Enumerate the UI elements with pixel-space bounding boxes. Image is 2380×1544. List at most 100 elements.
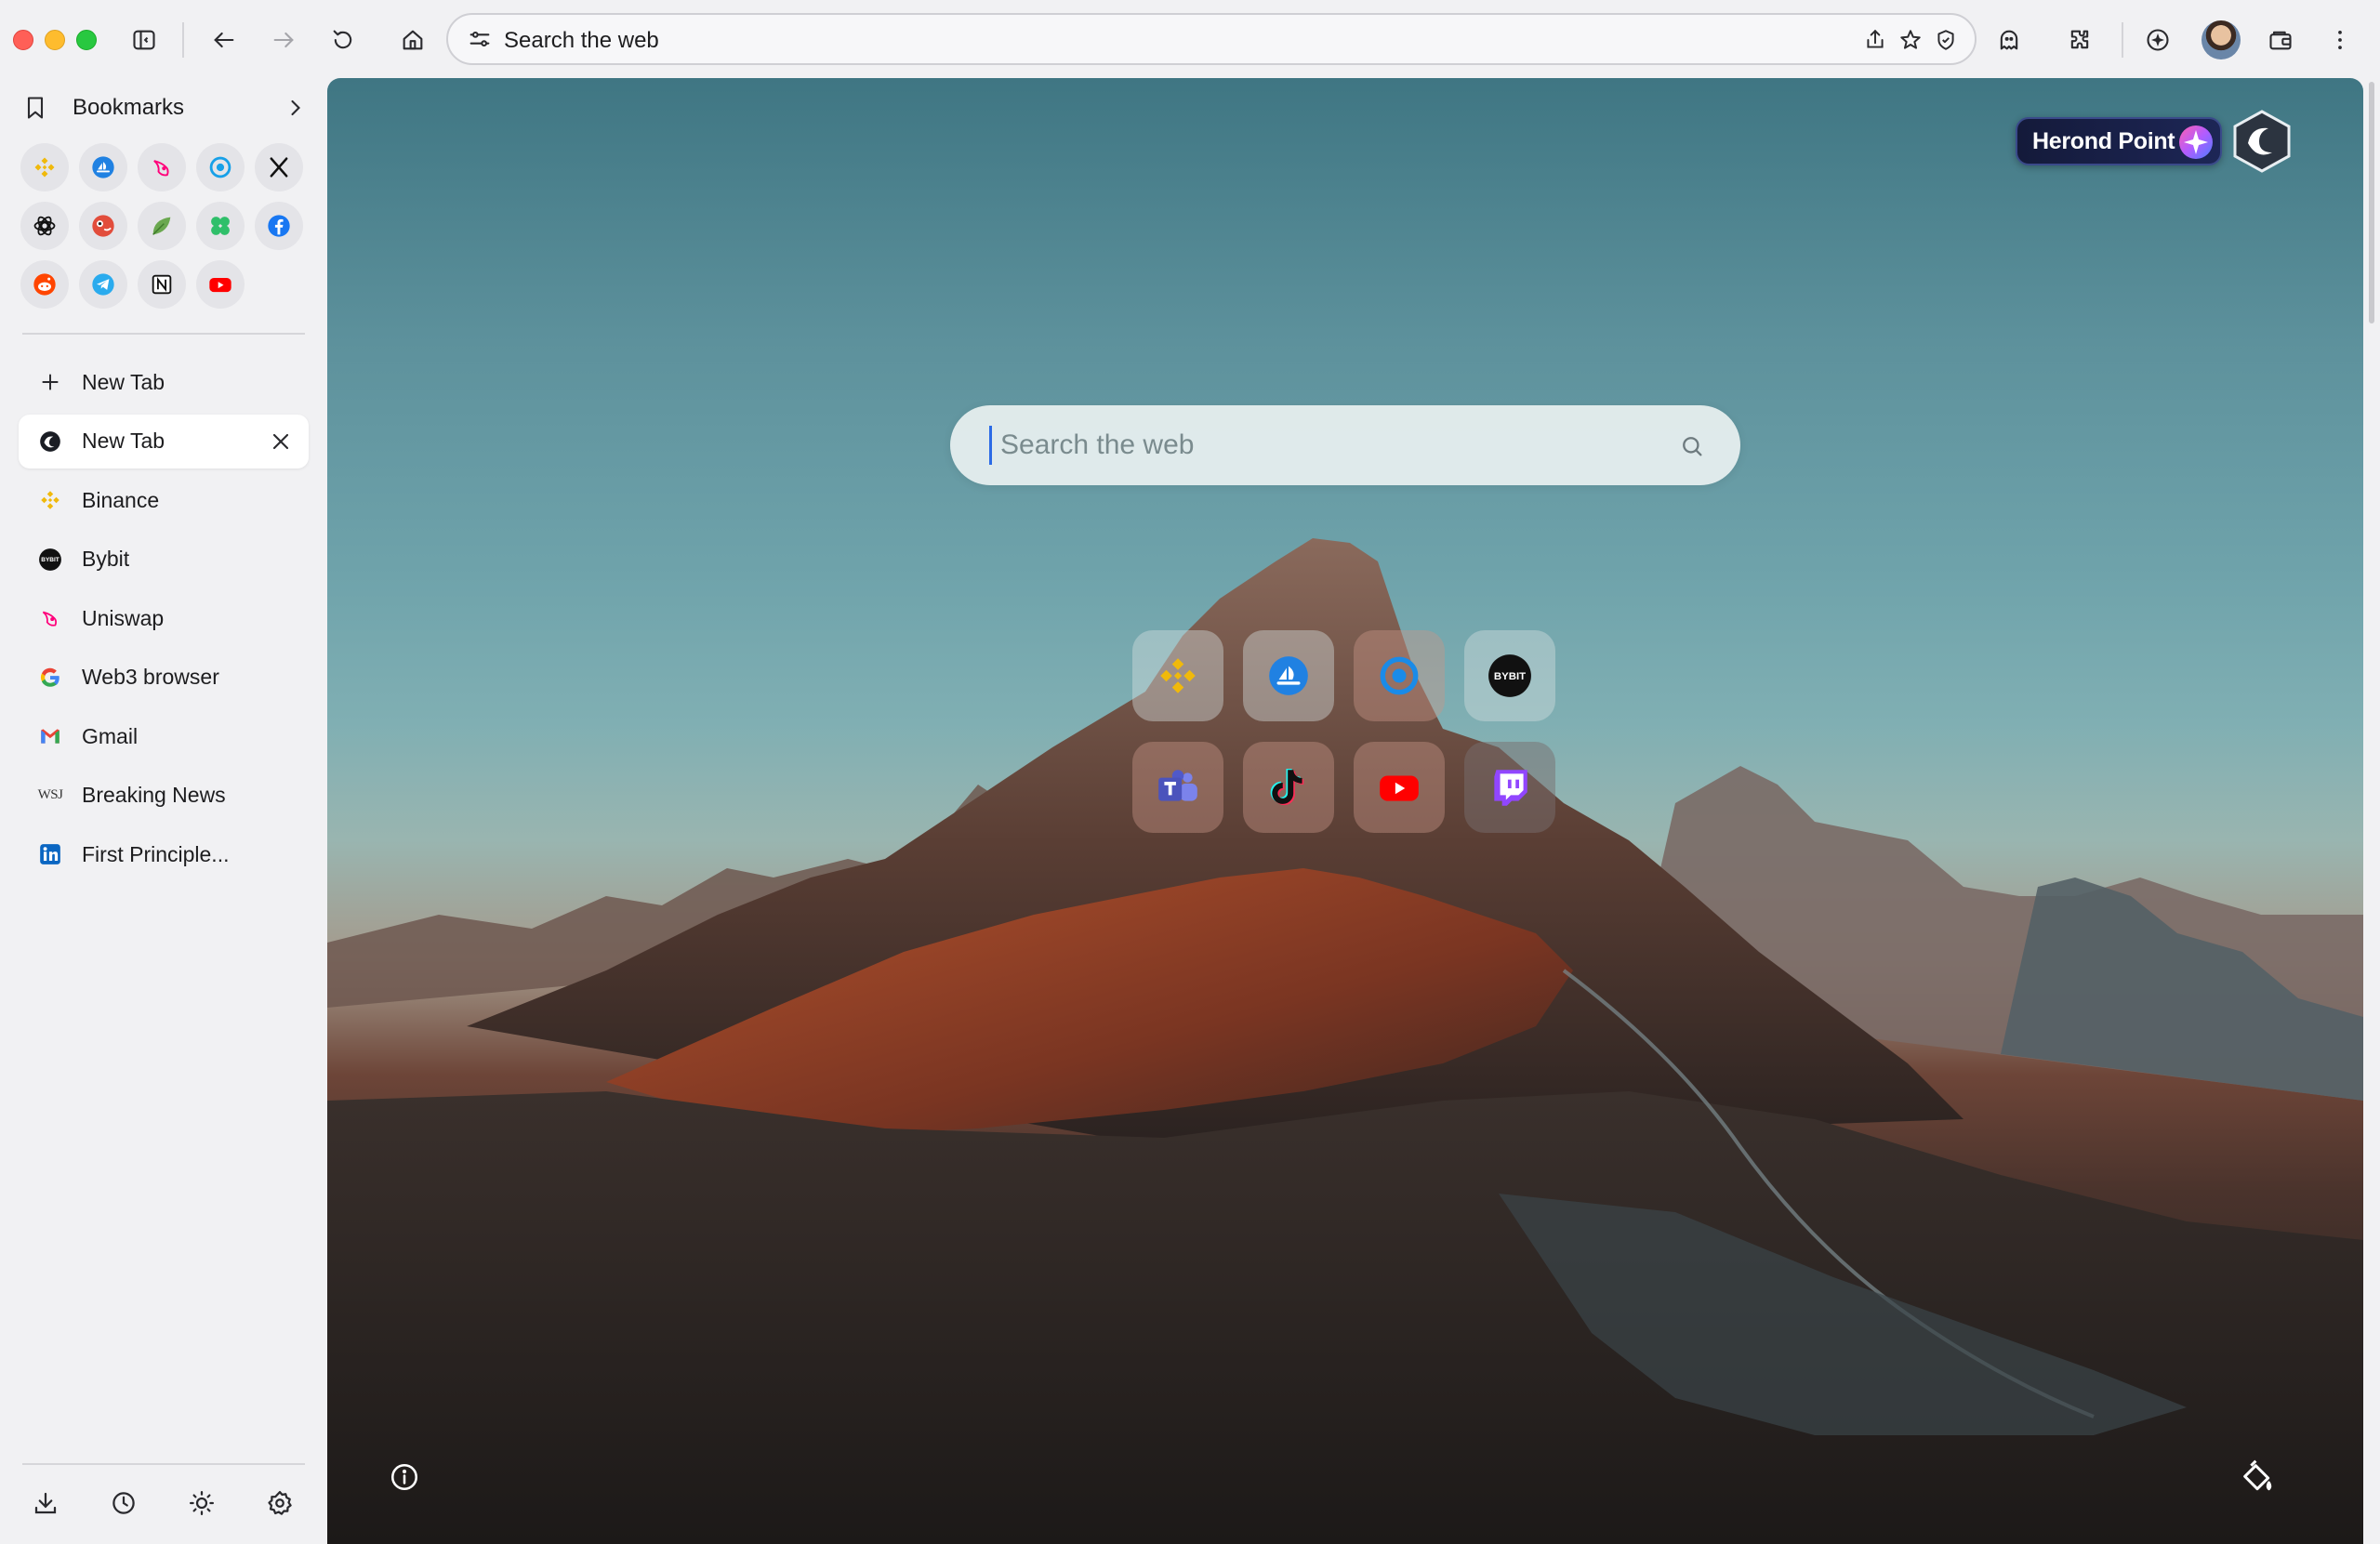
shortcut-twitch[interactable] bbox=[1464, 742, 1555, 833]
favorite-chatgpt[interactable] bbox=[20, 202, 69, 250]
tab-label: New Tab bbox=[82, 429, 165, 453]
theme-icon[interactable] bbox=[186, 1487, 218, 1519]
shortcut-bybit[interactable]: BYBIT bbox=[1464, 630, 1555, 721]
close-window-button[interactable] bbox=[13, 30, 33, 50]
back-icon[interactable] bbox=[205, 20, 244, 59]
reload-icon[interactable] bbox=[324, 20, 363, 59]
sparkle-icon bbox=[2179, 125, 2213, 159]
history-icon[interactable] bbox=[108, 1487, 139, 1519]
svg-text:BYBIT: BYBIT bbox=[41, 557, 60, 563]
chatgpt-icon bbox=[33, 216, 56, 236]
coinmarketcap-icon bbox=[1380, 656, 1419, 695]
bookmark-icon bbox=[20, 93, 50, 123]
opensea-icon bbox=[1269, 656, 1308, 695]
tab-label: Binance bbox=[82, 487, 160, 512]
google-icon bbox=[37, 665, 63, 691]
favorite-uniswap[interactable] bbox=[138, 143, 186, 191]
favorite-telegram[interactable] bbox=[79, 260, 127, 309]
favorite-coingecko[interactable] bbox=[79, 202, 127, 250]
favorite-reddit[interactable] bbox=[20, 260, 69, 309]
more-icon[interactable] bbox=[2320, 20, 2360, 59]
youtube-icon bbox=[1380, 775, 1419, 801]
tab-label: Breaking News bbox=[82, 783, 226, 807]
reddit-icon bbox=[33, 273, 56, 296]
tab-breaking-news[interactable]: WSJ Breaking News bbox=[19, 769, 309, 823]
share-icon[interactable] bbox=[1861, 26, 1889, 54]
avatar[interactable] bbox=[2202, 20, 2241, 59]
scrollbar-thumb[interactable] bbox=[2369, 82, 2374, 323]
linkedin-icon bbox=[37, 841, 63, 867]
shortcut-binance[interactable] bbox=[1132, 630, 1223, 721]
herond-point-button[interactable]: Herond Point bbox=[2016, 117, 2222, 165]
favorite-clover[interactable] bbox=[196, 202, 245, 250]
info-icon[interactable] bbox=[389, 1461, 420, 1493]
tab-bybit[interactable]: BYBIT Bybit bbox=[19, 533, 309, 587]
tab-first-principle[interactable]: First Principle... bbox=[19, 827, 309, 881]
favorite-binance[interactable] bbox=[20, 143, 69, 191]
new-tab-button[interactable]: New Tab bbox=[19, 355, 309, 409]
binance-icon bbox=[1160, 658, 1196, 693]
herond-badge-icon[interactable] bbox=[2138, 20, 2177, 59]
tune-icon[interactable] bbox=[467, 26, 493, 52]
address-bar-text[interactable]: Search the web bbox=[504, 28, 659, 54]
customize-background-icon[interactable] bbox=[2239, 1459, 2276, 1497]
tab-binance[interactable]: Binance bbox=[19, 473, 309, 527]
favorite-notion[interactable] bbox=[138, 260, 186, 309]
text-caret bbox=[989, 426, 992, 465]
wallet-icon[interactable] bbox=[2261, 20, 2300, 59]
shortcut-coinmarketcap[interactable] bbox=[1354, 630, 1445, 721]
search-icon[interactable] bbox=[1679, 433, 1705, 459]
new-tab-page: Herond Point Search the web BYBIT bbox=[327, 78, 2363, 1544]
tab-label: Uniswap bbox=[82, 605, 165, 630]
favorite-opensea[interactable] bbox=[79, 143, 127, 191]
favorite-facebook[interactable] bbox=[255, 202, 303, 250]
favorite-x[interactable] bbox=[255, 143, 303, 191]
bookmarks-header[interactable]: Bookmarks bbox=[20, 87, 309, 128]
new-tab-label: New Tab bbox=[82, 369, 165, 394]
tab-list: New Tab New Tab Binance BYBIT Bybit Unis… bbox=[19, 355, 309, 887]
close-icon[interactable] bbox=[268, 429, 294, 455]
tab-web3-browser[interactable]: Web3 browser bbox=[19, 651, 309, 705]
wallet-ghost-icon[interactable] bbox=[1990, 20, 2029, 59]
tab-label: Bybit bbox=[82, 547, 130, 571]
home-icon[interactable] bbox=[393, 20, 432, 59]
facebook-icon bbox=[268, 215, 290, 237]
favorite-leaf[interactable] bbox=[138, 202, 186, 250]
star-icon[interactable] bbox=[1897, 26, 1924, 54]
shield-icon[interactable] bbox=[1932, 26, 1960, 54]
coinmarketcap-icon bbox=[209, 156, 231, 178]
twitch-icon bbox=[1494, 770, 1527, 806]
maximize-window-button[interactable] bbox=[76, 30, 97, 50]
tiktok-icon bbox=[1270, 769, 1304, 806]
download-icon[interactable] bbox=[30, 1487, 61, 1519]
scrollbar[interactable] bbox=[2365, 78, 2380, 1544]
minimize-window-button[interactable] bbox=[45, 30, 65, 50]
opensea-icon bbox=[92, 156, 114, 178]
tab-new-tab[interactable]: New Tab bbox=[19, 414, 309, 468]
search-box[interactable]: Search the web bbox=[950, 405, 1740, 485]
forward-icon[interactable] bbox=[264, 20, 303, 59]
gmail-icon bbox=[37, 723, 63, 749]
shortcut-grid: BYBIT bbox=[1132, 630, 1560, 833]
shortcut-opensea[interactable] bbox=[1243, 630, 1334, 721]
search-placeholder[interactable]: Search the web bbox=[1000, 429, 1194, 461]
shortcut-tiktok[interactable] bbox=[1243, 742, 1334, 833]
herond-logo-icon[interactable] bbox=[2231, 110, 2293, 173]
sidebar-bottom-bar bbox=[26, 1487, 305, 1524]
tab-gmail[interactable]: Gmail bbox=[19, 709, 309, 763]
extensions-icon[interactable] bbox=[2060, 20, 2099, 59]
tab-uniswap[interactable]: Uniswap bbox=[19, 591, 309, 645]
wsj-icon: WSJ bbox=[37, 783, 63, 809]
settings-icon[interactable] bbox=[264, 1487, 296, 1519]
favorite-coinmarketcap[interactable] bbox=[196, 143, 245, 191]
sidebar-toggle-icon[interactable] bbox=[125, 20, 164, 59]
shortcut-teams[interactable] bbox=[1132, 742, 1223, 833]
bybit-logo-text: BYBIT bbox=[1494, 671, 1526, 682]
herond-icon bbox=[37, 429, 63, 455]
sidebar: Bookmarks New Tab New Tab Binance BYBIT … bbox=[0, 78, 327, 1544]
shortcut-youtube[interactable] bbox=[1354, 742, 1445, 833]
address-bar[interactable]: Search the web bbox=[446, 13, 1977, 65]
toolbar-separator bbox=[182, 22, 184, 58]
youtube-icon bbox=[209, 278, 231, 293]
favorite-youtube[interactable] bbox=[196, 260, 245, 309]
